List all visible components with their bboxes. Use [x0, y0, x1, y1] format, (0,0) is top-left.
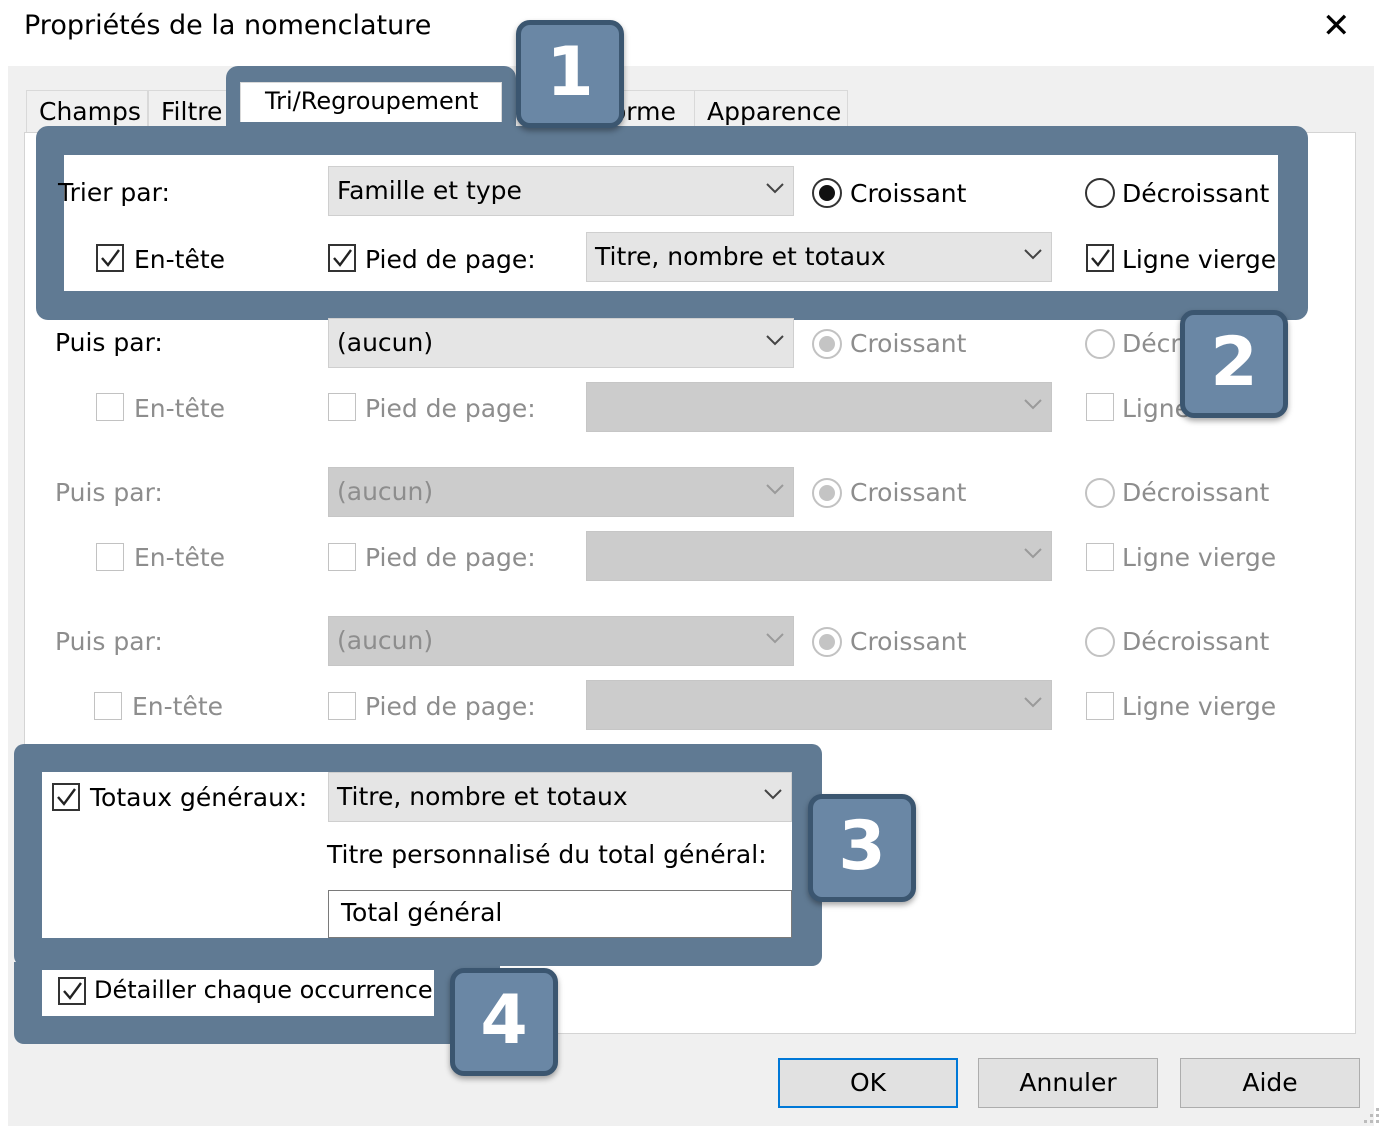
- sort1-descending-label: Décroissant: [1122, 179, 1270, 208]
- custom-title-label: Titre personnalisé du total général:: [327, 840, 767, 869]
- sort2-header-label: En-tête: [134, 394, 226, 423]
- callout-badge-2: 2: [1180, 310, 1288, 418]
- sort1-blank-line-checkbox[interactable]: [1086, 244, 1114, 272]
- then-by-value-1: (aucun): [337, 328, 434, 357]
- sort1-ascending-radio[interactable]: [812, 178, 842, 208]
- chevron-down-icon: [1023, 397, 1042, 411]
- sort3-header-label: En-tête: [134, 543, 226, 572]
- grand-totals-value: Titre, nombre et totaux: [337, 782, 628, 811]
- sort2-ascending-label: Croissant: [850, 329, 967, 358]
- chevron-down-icon: [1023, 247, 1042, 261]
- sort3-footer-checkbox[interactable]: [328, 543, 356, 571]
- sort2-descending-label: Décr: [1122, 329, 1181, 358]
- sort4-blank-line-label: Ligne vierge: [1122, 692, 1277, 721]
- sort4-ascending-label: Croissant: [850, 627, 967, 656]
- sort1-ascending-label: Croissant: [850, 179, 967, 208]
- sort4-footer-checkbox[interactable]: [328, 692, 356, 720]
- sort2-footer-checkbox[interactable]: [328, 393, 356, 421]
- sort4-descending-radio[interactable]: [1085, 627, 1115, 657]
- callout-badge-3: 3: [808, 794, 916, 902]
- ok-button[interactable]: OK: [778, 1058, 958, 1108]
- custom-title-input[interactable]: Total général: [328, 890, 792, 938]
- itemize-label: Détailler chaque occurrence: [94, 976, 433, 1004]
- then-by-label-3: Puis par:: [55, 627, 163, 656]
- cancel-button[interactable]: Annuler: [978, 1058, 1158, 1108]
- sort4-blank-line-checkbox[interactable]: [1086, 692, 1114, 720]
- sort3-header-checkbox[interactable]: [96, 543, 124, 571]
- close-icon[interactable]: ✕: [1322, 6, 1351, 46]
- sort1-footer-select[interactable]: Titre, nombre et totaux: [586, 232, 1052, 282]
- help-button[interactable]: Aide: [1180, 1058, 1360, 1108]
- then-by-label-1: Puis par:: [55, 328, 163, 357]
- itemize-checkbox[interactable]: [58, 977, 86, 1005]
- sort3-descending-label: Décroissant: [1122, 478, 1270, 507]
- sort3-ascending-label: Croissant: [850, 478, 967, 507]
- sort1-footer-value: Titre, nombre et totaux: [595, 242, 886, 271]
- grand-totals-select[interactable]: Titre, nombre et totaux: [328, 772, 792, 822]
- then-by-value-3: (aucun): [337, 626, 434, 655]
- sort1-footer-label: Pied de page:: [365, 245, 536, 274]
- chevron-down-icon: [765, 482, 784, 496]
- chevron-down-icon: [765, 631, 784, 645]
- sort2-footer-select[interactable]: [586, 382, 1052, 432]
- sort2-descending-radio[interactable]: [1085, 329, 1115, 359]
- then-by-select-2[interactable]: (aucun): [328, 467, 794, 517]
- sort2-footer-label: Pied de page:: [365, 394, 536, 423]
- chevron-down-icon: [763, 787, 782, 801]
- grand-totals-checkbox[interactable]: [52, 783, 80, 811]
- sort-by-value: Famille et type: [337, 176, 522, 205]
- sort2-header-checkbox[interactable]: [96, 393, 124, 421]
- sort4-footer-label: Pied de page:: [365, 692, 536, 721]
- sort4-header-label: En-tête: [132, 692, 224, 721]
- then-by-value-2: (aucun): [337, 477, 434, 506]
- sort4-header-checkbox[interactable]: [94, 692, 122, 720]
- chevron-down-icon: [765, 181, 784, 195]
- then-by-label-2: Puis par:: [55, 478, 163, 507]
- sort3-footer-select[interactable]: [586, 531, 1052, 581]
- chevron-down-icon: [1023, 695, 1042, 709]
- sort4-descending-label: Décroissant: [1122, 627, 1270, 656]
- sort3-footer-label: Pied de page:: [365, 543, 536, 572]
- callout-badge-4: 4: [450, 968, 558, 1076]
- sort4-footer-select[interactable]: [586, 680, 1052, 730]
- sort1-blank-line-label: Ligne vierge: [1122, 245, 1277, 274]
- chevron-down-icon: [765, 333, 784, 347]
- sort1-header-checkbox[interactable]: [96, 244, 124, 272]
- resize-grip-icon[interactable]: [1356, 1102, 1386, 1132]
- sort1-header-label: En-tête: [134, 245, 226, 274]
- sort3-blank-line-checkbox[interactable]: [1086, 543, 1114, 571]
- sort3-descending-radio[interactable]: [1085, 478, 1115, 508]
- sort2-blank-line-checkbox[interactable]: [1086, 393, 1114, 421]
- sort-by-select[interactable]: Famille et type: [328, 166, 794, 216]
- chevron-down-icon: [1023, 546, 1042, 560]
- callout-badge-1: 1: [516, 20, 624, 128]
- then-by-select-3[interactable]: (aucun): [328, 616, 794, 666]
- sort4-ascending-radio[interactable]: [812, 627, 842, 657]
- sort-by-label: Trier par:: [58, 178, 170, 207]
- dialog-title: Propriétés de la nomenclature: [24, 10, 432, 41]
- sort1-descending-radio[interactable]: [1085, 178, 1115, 208]
- tab-tri-regroupement[interactable]: Tri/Regroupement: [240, 82, 502, 122]
- grand-totals-label: Totaux généraux:: [90, 783, 308, 812]
- sort3-blank-line-label: Ligne vierge: [1122, 543, 1277, 572]
- then-by-select-1[interactable]: (aucun): [328, 318, 794, 368]
- sort1-footer-checkbox[interactable]: [328, 244, 356, 272]
- sort2-ascending-radio[interactable]: [812, 329, 842, 359]
- sort3-ascending-radio[interactable]: [812, 478, 842, 508]
